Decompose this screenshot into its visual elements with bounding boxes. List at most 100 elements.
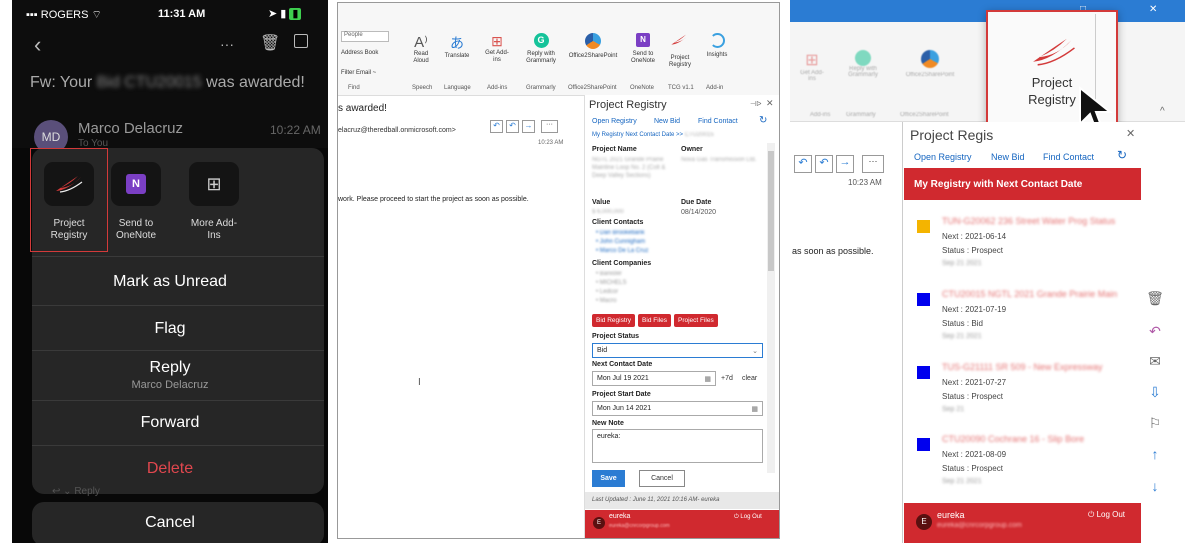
next-contact-date-input[interactable]: Mon Jul 19 2021 ▦ — [592, 371, 716, 386]
bid-files-button[interactable]: Bid Files — [638, 314, 671, 327]
project-start-date-input[interactable]: Mon Jun 14 2021 ▦ — [592, 401, 763, 416]
zoom-find-contact-link[interactable]: Find Contact — [1043, 152, 1094, 162]
addin-more-add-ins[interactable]: ⊞ More Add-Ins — [189, 162, 239, 242]
item-next-date: Next : 2021-08-09 — [942, 450, 1007, 459]
back-chevron-icon[interactable]: ‹ — [34, 32, 41, 58]
reply-icon[interactable]: ↶ — [490, 120, 503, 133]
status-color-square — [917, 293, 930, 306]
reply-icon[interactable]: ↶ — [1145, 323, 1165, 340]
translate-icon: あ — [450, 35, 464, 51]
more-actions-icon[interactable]: ··· — [862, 155, 884, 173]
bid-registry-button[interactable]: Bid Registry — [592, 314, 636, 327]
calendar-icon[interactable]: ▦ — [751, 405, 758, 413]
find-contact-link[interactable]: Find Contact — [698, 118, 738, 125]
zoom-new-bid-link[interactable]: New Bid — [991, 152, 1025, 162]
zoom-group-add-ins: Add-ins — [810, 112, 831, 118]
due-date-value: 08/14/2020 — [681, 209, 717, 216]
close-icon[interactable]: ✕ — [1126, 127, 1135, 140]
refresh-icon[interactable]: ↻ — [759, 115, 767, 126]
item-title[interactable]: CTU20090 Cochrane 16 - Slip Bore — [942, 434, 1140, 444]
item-title[interactable]: CTU20015 NGTL 2021 Grande Prairie Main — [942, 289, 1140, 299]
text-cursor-icon: I — [418, 377, 421, 388]
search-people-input[interactable]: People — [341, 31, 389, 42]
list-item[interactable]: • John Cunnigham — [596, 238, 648, 247]
close-icon[interactable]: ✕ — [766, 98, 774, 109]
reply-all-icon[interactable]: ↶ — [815, 155, 833, 173]
filter-email-button[interactable]: Filter Email ~ — [341, 70, 376, 76]
item-title[interactable]: TUS-G21111 SR 509 - New Expressway — [942, 362, 1140, 372]
zoom-logout-button[interactable]: ⏻ Log Out — [1088, 510, 1125, 520]
client-companies-label: Client Companies — [592, 260, 652, 267]
forward-action[interactable]: Forward — [12, 414, 328, 432]
mail-time: 10:23 AM — [538, 140, 564, 146]
office2sharepoint-button[interactable]: Office2SharePoint — [566, 33, 620, 60]
calendar-icon[interactable]: ▦ — [704, 375, 711, 383]
delete-action[interactable]: Delete — [12, 460, 328, 478]
close-window-icon[interactable]: ✕ — [1149, 4, 1157, 15]
item-title[interactable]: TUN-G20062 236 Street Water Prog Status — [942, 216, 1140, 226]
read-aloud-button[interactable]: A⁾ Read Aloud — [408, 33, 434, 65]
status-color-square — [917, 220, 930, 233]
plus-7-days-button[interactable]: +7d — [721, 375, 733, 382]
client-companies-list: • Banister • MICHELS • Ledcor • Macro — [596, 270, 626, 306]
reply-all-icon[interactable]: ↶ — [506, 120, 519, 133]
project-status-select[interactable]: Bid ⌄ — [592, 343, 763, 358]
zoom-user-email: eureka@cnrcorpgroup.com — [937, 522, 1022, 529]
trash-icon[interactable]: 🗑 — [260, 33, 280, 53]
logout-button[interactable]: ⏻ Log Out — [734, 514, 762, 521]
mark-unread-action[interactable]: Mark as Unread — [12, 273, 328, 291]
down-arrow-icon[interactable]: ↓ — [1145, 478, 1165, 494]
translate-button[interactable]: あ Translate — [443, 33, 471, 60]
ribbon-project-registry-button[interactable]: Project Registry — [665, 33, 695, 69]
address-book-button[interactable]: Address Book — [341, 50, 378, 56]
divider — [32, 256, 324, 257]
cancel-button[interactable]: Cancel — [12, 514, 328, 532]
more-actions-icon[interactable]: ··· — [541, 120, 558, 133]
signal-icon: ▪▪▪ — [26, 9, 41, 21]
reply-action[interactable]: Reply — [12, 359, 328, 377]
get-add-ins-button[interactable]: ⊞ Get Add-ins — [483, 33, 511, 64]
list-item: • Ledcor — [596, 289, 619, 295]
move-icon[interactable]: ⇩ — [1145, 384, 1165, 401]
list-item[interactable]: • Dan Brookebank — [596, 229, 648, 238]
cancel-button[interactable]: Cancel — [639, 470, 685, 487]
grammarly-button[interactable]: G Reply with Grammarly — [523, 33, 559, 65]
zoom-open-registry-link[interactable]: Open Registry — [914, 152, 972, 162]
forward-icon[interactable]: → — [522, 120, 535, 133]
zoom-pane-title: Project Regis — [910, 127, 994, 143]
up-arrow-icon[interactable]: ↑ — [1145, 446, 1165, 462]
forward-icon[interactable]: → — [836, 155, 854, 173]
open-registry-link[interactable]: Open Registry — [592, 118, 637, 125]
list-item[interactable]: • Marco De La Cruz — [596, 247, 648, 256]
scrollbar-thumb[interactable] — [768, 151, 774, 271]
collapse-ribbon-icon[interactable]: ^ — [1160, 106, 1165, 117]
group-language: Language — [444, 85, 471, 91]
addin-send-to-onenote[interactable]: N Send to OneNote — [111, 162, 161, 242]
client-contacts-label: Client Contacts — [592, 219, 644, 226]
addin-project-registry[interactable]: Project Registry — [44, 162, 94, 242]
group-grammarly: Grammarly — [526, 85, 556, 91]
insights-button[interactable]: Insights — [702, 33, 732, 59]
reply-bar-behind: ↩ ⌄ Reply — [52, 486, 100, 497]
flag-icon[interactable]: ⚐ — [1145, 415, 1165, 432]
pane-scrollbar[interactable] — [767, 143, 775, 473]
zoom-user-name: eureka — [937, 510, 965, 520]
archive-icon[interactable] — [294, 34, 308, 48]
group-speech: Speech — [412, 85, 433, 91]
refresh-icon[interactable]: ↻ — [1117, 148, 1127, 162]
new-bid-link[interactable]: New Bid — [654, 118, 680, 125]
group-tcg: TCG v1.1 — [668, 85, 694, 91]
mail-icon[interactable]: ✉ — [1145, 353, 1165, 370]
mail-subject: s awarded! — [338, 103, 387, 114]
pin-icon[interactable]: ⊣ᐅ — [750, 100, 761, 108]
save-button[interactable]: Save — [592, 470, 625, 487]
trash-icon[interactable]: 🗑 — [1145, 290, 1165, 307]
reply-icon[interactable]: ↶ — [794, 155, 812, 173]
clear-button[interactable]: clear — [742, 375, 757, 382]
more-icon[interactable]: ··· — [220, 36, 234, 52]
divider — [32, 305, 324, 306]
ribbon-send-to-onenote-button[interactable]: N Send to OneNote — [628, 33, 658, 65]
flag-action[interactable]: Flag — [12, 320, 328, 338]
new-note-textarea[interactable]: eureka: — [592, 429, 763, 463]
project-files-button[interactable]: Project Files — [673, 314, 718, 327]
